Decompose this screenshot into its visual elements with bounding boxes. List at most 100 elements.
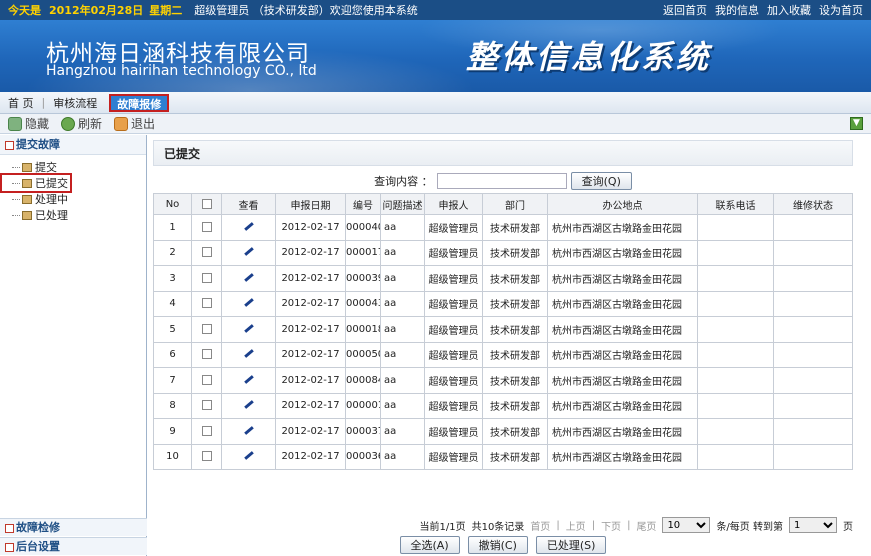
table-row[interactable]: 10 2012-02-17 000036 aa 超级管理员 技术研发部 杭州市西湖区古墩路金…: [153, 443, 853, 470]
cell-select[interactable]: [191, 418, 222, 445]
cell-report-date: 2012-02-17: [275, 418, 346, 445]
table-row[interactable]: 3 2012-02-17 000039 aa 超级管理员 技术研发部 杭州市西湖区古墩路金田…: [153, 265, 853, 292]
folder-icon: [22, 194, 32, 204]
edit-pencil-icon[interactable]: [243, 246, 254, 256]
link-set-homepage[interactable]: 设为首页: [819, 2, 863, 18]
cell-view[interactable]: [221, 392, 276, 419]
row-checkbox[interactable]: [201, 400, 212, 411]
cell-select[interactable]: [191, 265, 222, 292]
cell-description: aa: [380, 341, 425, 368]
search-button[interactable]: 查询(Q): [570, 172, 632, 190]
cell-view[interactable]: [221, 214, 276, 241]
link-my-info[interactable]: 我的信息: [715, 2, 759, 18]
cell-no: 4: [153, 290, 192, 317]
select-all-button[interactable]: 全选(A): [399, 536, 460, 554]
current-weekday: 星期二: [149, 4, 183, 17]
edit-pencil-icon[interactable]: [243, 323, 254, 333]
row-checkbox[interactable]: [201, 298, 212, 309]
cell-view[interactable]: [221, 316, 276, 343]
table-row[interactable]: 6 2012-02-17 000050 aa 超级管理员 技术研发部 杭州市西湖区古墩路金田…: [153, 341, 853, 368]
collapse-header-icon[interactable]: ▼: [850, 117, 863, 130]
row-checkbox[interactable]: [201, 272, 212, 283]
cell-view[interactable]: [221, 239, 276, 266]
edit-pencil-icon[interactable]: [243, 450, 254, 460]
cell-code: 000043: [345, 290, 381, 317]
table-row[interactable]: 1 2012-02-17 000040 aa 超级管理员 技术研发部 杭州市西湖区古墩路金田…: [153, 214, 853, 241]
cell-no: 5: [153, 316, 192, 343]
hide-button[interactable]: 隐藏: [8, 115, 49, 132]
edit-pencil-icon[interactable]: [243, 348, 254, 358]
row-checkbox[interactable]: [201, 323, 212, 334]
sidebar-group-backend-settings[interactable]: 后台设置: [0, 537, 147, 555]
cell-view[interactable]: [221, 367, 276, 394]
tab-home[interactable]: 首 页: [0, 95, 42, 111]
sidebar-item-processed[interactable]: 已处理: [8, 207, 146, 223]
cell-reporter: 超级管理员: [424, 418, 483, 445]
sidebar-group-fault-repair[interactable]: 故障检修: [0, 518, 147, 536]
cell-view[interactable]: [221, 341, 276, 368]
sidebar-item-submitted[interactable]: 已提交: [0, 173, 72, 193]
table-row[interactable]: 5 2012-02-17 000018 aa 超级管理员 技术研发部 杭州市西湖区古墩路金田…: [153, 316, 853, 343]
tab-fault-report[interactable]: 故障报修: [109, 93, 170, 112]
pager-separator: |: [627, 519, 631, 531]
row-checkbox[interactable]: [201, 247, 212, 258]
refresh-button[interactable]: 刷新: [61, 115, 102, 132]
table-row[interactable]: 7 2012-02-17 000084 aa 超级管理员 技术研发部 杭州市西湖区古墩路金田…: [153, 367, 853, 394]
goto-page-select[interactable]: 1: [789, 517, 837, 533]
cell-select[interactable]: [191, 443, 222, 470]
page-size-select[interactable]: 10: [662, 517, 711, 533]
table-row[interactable]: 4 2012-02-17 000043 aa 超级管理员 技术研发部 杭州市西湖区古墩路金田…: [153, 290, 853, 317]
search-input[interactable]: [436, 173, 567, 189]
cell-description: aa: [380, 214, 425, 241]
main-content: 已提交 查询内容 ： 查询(Q) No 查看 申报日期 编号 问题描述 申报人 …: [153, 140, 853, 556]
search-label: 查询内容 ：: [374, 175, 433, 188]
sidebar-item-processing[interactable]: 处理中: [8, 191, 146, 207]
cell-select[interactable]: [191, 239, 222, 266]
cell-select[interactable]: [191, 367, 222, 394]
cell-select[interactable]: [191, 392, 222, 419]
processed-button[interactable]: 已处理(S): [535, 536, 607, 554]
row-checkbox[interactable]: [201, 374, 212, 385]
row-checkbox[interactable]: [201, 451, 212, 462]
row-checkbox[interactable]: [201, 221, 212, 232]
sidebar-group-submit-fault[interactable]: 提交故障: [0, 135, 146, 155]
edit-pencil-icon[interactable]: [243, 297, 254, 307]
cell-select[interactable]: [191, 290, 222, 317]
row-checkbox[interactable]: [201, 349, 212, 360]
edit-pencil-icon[interactable]: [243, 425, 254, 435]
sidebar-tree: 提交 已提交 处理中 已处理: [0, 155, 146, 223]
edit-pencil-icon[interactable]: [243, 272, 254, 282]
cell-description: aa: [380, 392, 425, 419]
row-checkbox[interactable]: [201, 425, 212, 436]
pager-first[interactable]: 首页: [530, 518, 550, 533]
cell-select[interactable]: [191, 341, 222, 368]
cell-view[interactable]: [221, 290, 276, 317]
col-select-all[interactable]: [191, 193, 222, 215]
exit-button[interactable]: 退出: [114, 115, 155, 132]
edit-pencil-icon[interactable]: [243, 399, 254, 409]
cell-view[interactable]: [221, 418, 276, 445]
cell-view[interactable]: [221, 265, 276, 292]
edit-pencil-icon[interactable]: [243, 374, 254, 384]
cell-reporter: 超级管理员: [424, 341, 483, 368]
pager-last[interactable]: 尾页: [636, 518, 656, 533]
table-row[interactable]: 8 2012-02-17 000001 aa 超级管理员 技术研发部 杭州市西湖区古墩路金田…: [153, 392, 853, 419]
table-row[interactable]: 9 2012-02-17 000037 aa 超级管理员 技术研发部 杭州市西湖区古墩路金田…: [153, 418, 853, 445]
cell-select[interactable]: [191, 214, 222, 241]
cancel-button[interactable]: 撤销(C): [467, 536, 528, 554]
link-add-favorite[interactable]: 加入收藏: [767, 2, 811, 18]
cell-select[interactable]: [191, 316, 222, 343]
cell-view[interactable]: [221, 443, 276, 470]
pager-next[interactable]: 下页: [601, 518, 621, 533]
cell-no: 10: [153, 443, 192, 470]
cell-reporter: 超级管理员: [424, 443, 483, 470]
sidebar-item-label: 处理中: [35, 193, 68, 206]
select-all-checkbox[interactable]: [201, 198, 212, 209]
edit-pencil-icon[interactable]: [243, 221, 254, 231]
link-home[interactable]: 返回首页: [663, 2, 707, 18]
pager-prev[interactable]: 上页: [566, 518, 586, 533]
cell-department: 技术研发部: [482, 316, 548, 343]
sidebar-item-submit[interactable]: 提交: [8, 159, 146, 175]
table-row[interactable]: 2 2012-02-17 000017 aa 超级管理员 技术研发部 杭州市西湖区古墩路金田…: [153, 239, 853, 266]
tab-approval-flow[interactable]: 审核流程: [45, 95, 105, 111]
